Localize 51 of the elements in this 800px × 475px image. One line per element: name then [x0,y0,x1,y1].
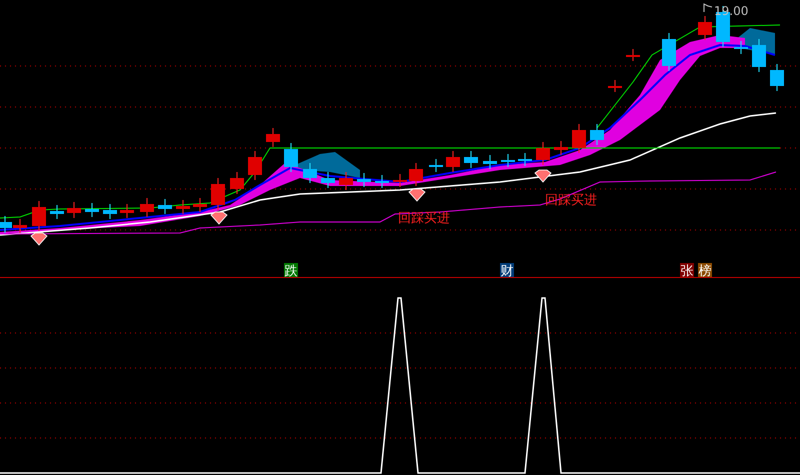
candlestick [339,172,353,190]
candlestick [734,40,748,54]
diamond-icon [534,170,552,183]
candlestick [409,162,423,186]
candlestick [662,32,676,72]
candlestick [446,150,460,172]
diamond-icon [210,212,228,225]
candlestick [120,204,134,218]
candlestick [501,154,515,168]
candlestick [211,178,225,210]
cloud-area [295,152,360,178]
candlestick [266,128,280,148]
candlestick [85,202,99,218]
candlestick [572,124,586,154]
candlestick [103,204,117,220]
tag-label: 张 [680,263,694,279]
candlestick [464,150,478,168]
candlestick [32,200,46,232]
candlestick [248,150,262,180]
flag-icon [704,3,712,12]
candlestick [590,124,604,146]
candlestick [321,172,335,188]
candlestick [608,80,622,92]
candlestick [375,174,389,188]
candlestick [50,204,64,220]
candlestick [752,38,766,72]
candlestick [13,218,27,234]
tag-label: 榜 [698,263,712,279]
candlestick [357,172,371,188]
signal-label: 回踩买进 [398,211,450,226]
tag-label: 跌 [284,263,298,279]
candlestick [626,48,640,62]
tag-label: 财 [500,263,514,279]
candlestick [554,140,568,156]
candlestick [193,198,207,212]
candlestick [429,158,443,172]
candlestick [158,198,172,214]
candlestick [303,162,317,184]
candlestick [698,16,712,40]
candlestick [176,200,190,214]
candlestick [483,154,497,170]
candlestick [518,152,532,166]
candlestick [770,64,784,92]
candlestick [140,198,154,218]
candlestick [67,202,81,218]
candlestick [0,216,12,234]
candlestick [536,142,550,166]
candlestick [230,172,244,194]
candlestick [393,174,407,188]
diamond-icon [408,188,426,202]
candlestick [284,142,298,172]
